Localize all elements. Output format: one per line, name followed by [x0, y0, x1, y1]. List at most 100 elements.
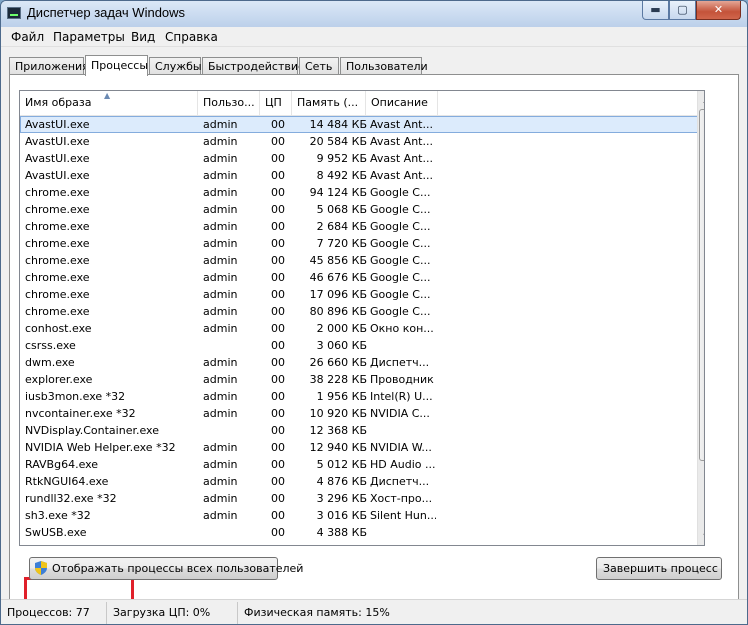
client-area: Приложения Процессы Службы Быстродействи…	[1, 47, 747, 624]
process-name-cell: conhost.exe	[25, 322, 92, 335]
process-name-cell: chrome.exe	[25, 288, 90, 301]
process-name-cell: NVDisplay.Container.exe	[25, 424, 159, 437]
process-cpu-cell: 00	[271, 441, 285, 454]
process-cpu-cell: 00	[271, 271, 285, 284]
process-list[interactable]: ▲ Имя образа Пользо... ЦП Память (... Оп…	[19, 90, 705, 546]
column-header-user[interactable]: Пользо...	[198, 91, 260, 115]
process-description-cell: Intel(R) U...	[370, 390, 433, 403]
title-bar[interactable]: Диспетчер задач Windows ▬ ▢ ✕	[1, 1, 747, 27]
table-row[interactable]: AvastUI.exe admin 00 8 492 КБ Avast Ant...	[20, 167, 698, 184]
tab-services[interactable]: Службы	[149, 57, 202, 75]
process-cpu-cell: 00	[271, 509, 285, 522]
end-process-button[interactable]: Завершить процесс	[596, 557, 722, 580]
tab-performance[interactable]: Быстродействие	[202, 57, 305, 75]
table-row[interactable]: chrome.exe admin 00 7 720 КБ Google C...	[20, 235, 698, 252]
process-user-cell: admin	[203, 492, 238, 505]
process-cpu-cell: 00	[271, 339, 285, 352]
process-name-cell: chrome.exe	[25, 305, 90, 318]
menu-help[interactable]: Справка	[165, 30, 218, 44]
task-manager-window: Диспетчер задач Windows ▬ ▢ ✕ Файл Парам…	[0, 0, 748, 625]
process-description-cell: Google C...	[370, 288, 431, 301]
process-user-cell: admin	[203, 169, 238, 182]
process-cpu-cell: 00	[271, 424, 285, 437]
column-header-description[interactable]: Описание	[366, 91, 438, 115]
table-row[interactable]: iusb3mon.exe *32 admin 00 1 956 КБ Intel(R) …	[20, 388, 698, 405]
process-user-cell: admin	[203, 118, 238, 131]
table-row[interactable]: RAVBg64.exe admin 00 5 012 КБ HD Audio ...	[20, 456, 698, 473]
scroll-down-icon[interactable]: ▼	[698, 528, 704, 545]
process-description-cell: Google C...	[370, 203, 431, 216]
process-memory-cell: 4 388 КБ	[316, 526, 367, 539]
process-memory-cell: 4 876 КБ	[316, 475, 367, 488]
process-name-cell: NVIDIA Web Helper.exe *32	[25, 441, 176, 454]
table-row[interactable]: AvastUI.exe admin 00 14 484 КБ Avast Ant...	[20, 116, 698, 133]
process-name-cell: AvastUI.exe	[25, 169, 90, 182]
table-row[interactable]: chrome.exe admin 00 2 684 КБ Google C...	[20, 218, 698, 235]
tab-applications[interactable]: Приложения	[9, 57, 89, 75]
process-cpu-cell: 00	[271, 254, 285, 267]
process-cpu-cell: 00	[271, 237, 285, 250]
process-user-cell: admin	[203, 407, 238, 420]
process-description-cell: Google C...	[370, 186, 431, 199]
sort-ascending-icon: ▲	[104, 91, 111, 100]
table-row[interactable]: AvastUI.exe admin 00 9 952 КБ Avast Ant...	[20, 150, 698, 167]
process-name-cell: nvcontainer.exe *32	[25, 407, 136, 420]
process-cpu-cell: 00	[271, 169, 285, 182]
vertical-scrollbar[interactable]: ▲ ▼	[697, 91, 704, 545]
table-row[interactable]: SwUSB.exe 00 4 388 КБ	[20, 524, 698, 541]
table-row[interactable]: csrss.exe 00 3 060 КБ	[20, 337, 698, 354]
tab-network[interactable]: Сеть	[299, 57, 339, 75]
process-cpu-cell: 00	[271, 322, 285, 335]
process-user-cell: admin	[203, 356, 238, 369]
process-memory-cell: 45 856 КБ	[309, 254, 367, 267]
table-row[interactable]: chrome.exe admin 00 80 896 КБ Google C...	[20, 303, 698, 320]
process-cpu-cell: 00	[271, 118, 285, 131]
process-memory-cell: 38 228 КБ	[309, 373, 367, 386]
window-title: Диспетчер задач Windows	[27, 5, 186, 20]
scroll-up-icon[interactable]: ▲	[698, 91, 704, 108]
table-row[interactable]: explorer.exe admin 00 38 228 КБ Проводник	[20, 371, 698, 388]
table-row[interactable]: NVDisplay.Container.exe 00 12 368 КБ	[20, 422, 698, 439]
process-user-cell: admin	[203, 237, 238, 250]
process-description-cell: Диспетч...	[370, 356, 430, 369]
tab-processes[interactable]: Процессы	[85, 55, 148, 76]
table-row[interactable]: chrome.exe admin 00 17 096 КБ Google C...	[20, 286, 698, 303]
table-row[interactable]: conhost.exe admin 00 2 000 КБ Окно кон...	[20, 320, 698, 337]
table-row[interactable]: chrome.exe admin 00 45 856 КБ Google C...	[20, 252, 698, 269]
minimize-button[interactable]: ▬	[642, 1, 669, 20]
menu-options[interactable]: Параметры	[53, 30, 125, 44]
menu-file[interactable]: Файл	[11, 30, 44, 44]
table-row[interactable]: nvcontainer.exe *32 admin 00 10 920 КБ NVIDI…	[20, 405, 698, 422]
process-description-cell: Avast Ant...	[370, 118, 433, 131]
table-row[interactable]: rundll32.exe *32 admin 00 3 296 КБ Хост-про.…	[20, 490, 698, 507]
menu-view[interactable]: Вид	[131, 30, 155, 44]
process-description-cell: Диспетч...	[370, 475, 430, 488]
process-memory-cell: 2 000 КБ	[316, 322, 367, 335]
process-cpu-cell: 00	[271, 220, 285, 233]
close-button[interactable]: ✕	[696, 1, 741, 20]
table-row[interactable]: chrome.exe admin 00 46 676 КБ Google C...	[20, 269, 698, 286]
column-header-image-name[interactable]: ▲ Имя образа	[20, 91, 198, 115]
column-header-memory[interactable]: Память (...	[292, 91, 366, 115]
table-row[interactable]: chrome.exe admin 00 5 068 КБ Google C...	[20, 201, 698, 218]
scrollbar-thumb[interactable]	[699, 109, 704, 461]
tab-users[interactable]: Пользователи	[340, 57, 428, 75]
process-memory-cell: 5 068 КБ	[316, 203, 367, 216]
maximize-button[interactable]: ▢	[669, 1, 696, 20]
process-user-cell: admin	[203, 305, 238, 318]
show-all-processes-button[interactable]: Отображать процессы всех пользователей	[29, 557, 303, 580]
process-user-cell: admin	[203, 254, 238, 267]
table-row[interactable]: sh3.exe *32 admin 00 3 016 КБ Silent Hun...	[20, 507, 698, 524]
process-user-cell: admin	[203, 509, 238, 522]
table-row[interactable]: NVIDIA Web Helper.exe *32 admin 00 12 940 К…	[20, 439, 698, 456]
table-row[interactable]: chrome.exe admin 00 94 124 КБ Google C...	[20, 184, 698, 201]
table-row[interactable]: RtkNGUI64.exe admin 00 4 876 КБ Диспетч...	[20, 473, 698, 490]
process-description-cell: Avast Ant...	[370, 169, 433, 182]
process-name-cell: AvastUI.exe	[25, 118, 90, 131]
menu-bar: Файл Параметры Вид Справка	[1, 27, 747, 47]
table-row[interactable]: dwm.exe admin 00 26 660 КБ Диспетч...	[20, 354, 698, 371]
process-user-cell: admin	[203, 390, 238, 403]
table-row[interactable]: AvastUI.exe admin 00 20 584 КБ Avast Ant...	[20, 133, 698, 150]
column-header-cpu[interactable]: ЦП	[260, 91, 292, 115]
process-memory-cell: 3 016 КБ	[316, 509, 367, 522]
